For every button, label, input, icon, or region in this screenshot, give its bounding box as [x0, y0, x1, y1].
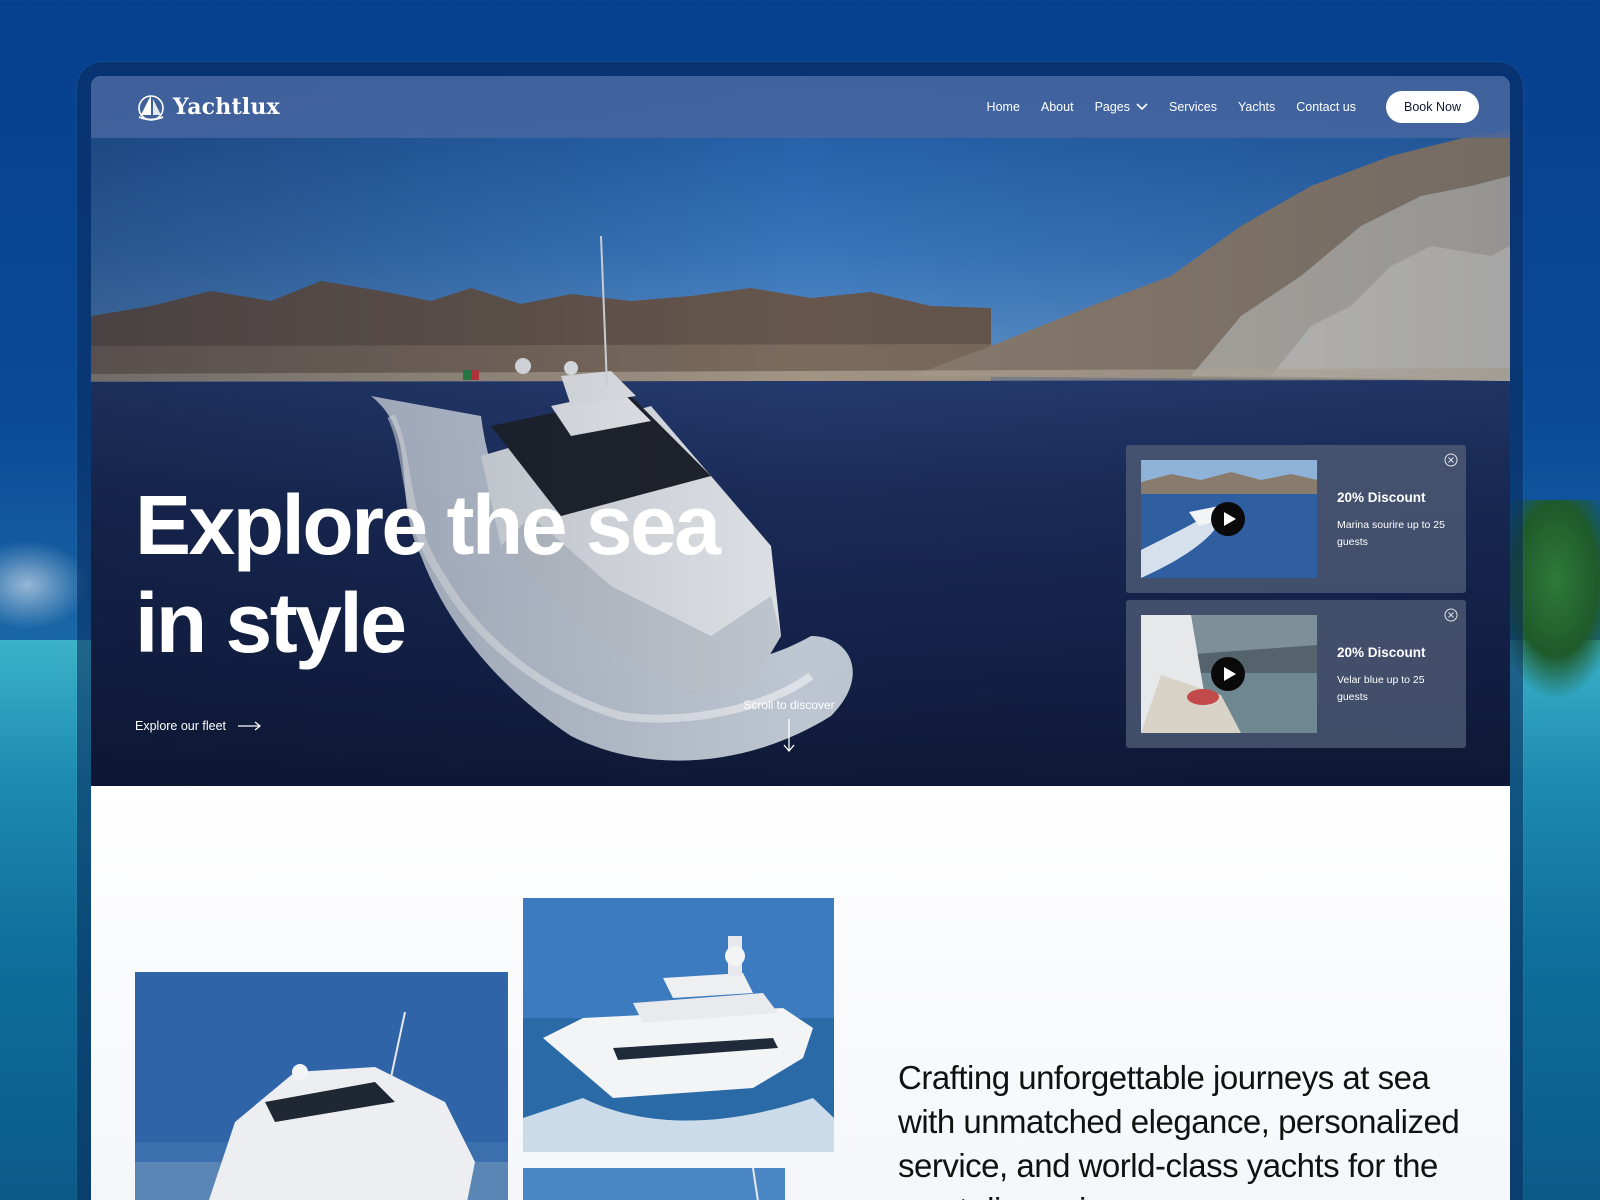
nav-link-contact[interactable]: Contact us [1296, 100, 1356, 114]
sailboat-logo-icon [138, 95, 164, 121]
play-button[interactable] [1211, 657, 1245, 691]
play-icon [1223, 512, 1236, 526]
hero-section: Yachtlux Home About Pages Services Yacht… [91, 76, 1510, 786]
promo-video-thumbnail[interactable] [1141, 460, 1317, 578]
explore-fleet-label: Explore our fleet [135, 719, 227, 733]
play-icon [1223, 667, 1236, 681]
yacht-photo [135, 972, 508, 1200]
promo-title: 20% Discount [1337, 490, 1426, 505]
close-icon[interactable] [1444, 608, 1458, 622]
yacht-photo-image [135, 972, 508, 1200]
yacht-photo [523, 898, 834, 1152]
hero-title: Explore the sea in style [135, 476, 835, 672]
explore-fleet-link[interactable]: Explore our fleet [135, 719, 262, 733]
yacht-photo-image [523, 1168, 785, 1200]
hero-title-line1: Explore the sea [135, 478, 721, 572]
book-now-button[interactable]: Book Now [1386, 91, 1479, 123]
about-section: Crafting unforgettable journeys at sea w… [91, 786, 1510, 1200]
brand-logo[interactable]: Yachtlux [135, 91, 280, 123]
nav-link-services[interactable]: Services [1169, 100, 1217, 114]
arrow-right-icon [238, 721, 262, 731]
scroll-hint-label: Scroll to discover [743, 698, 835, 712]
nav-link-pages-label: Pages [1094, 100, 1131, 114]
arrow-down-icon [783, 719, 795, 753]
yacht-photo [523, 1168, 785, 1200]
nav-link-yachts[interactable]: Yachts [1238, 100, 1275, 114]
nav-link-about[interactable]: About [1041, 100, 1074, 114]
nav-links: Home About Pages Services Yachts Contact… [987, 100, 1356, 114]
top-navbar: Yachtlux Home About Pages Services Yacht… [91, 76, 1510, 138]
promo-card[interactable]: 20% Discount Marina sourire up to 25 gue… [1126, 445, 1466, 593]
nav-link-home[interactable]: Home [987, 100, 1020, 114]
promo-description: Velar blue up to 25 guests [1337, 674, 1425, 703]
website-screen: Yachtlux Home About Pages Services Yacht… [91, 76, 1510, 1200]
promo-video-thumbnail[interactable] [1141, 615, 1317, 733]
brand-name: Yachtlux [173, 94, 280, 120]
close-icon[interactable] [1444, 453, 1458, 467]
scroll-to-discover[interactable]: Scroll to discover [739, 698, 839, 753]
about-tagline: Crafting unforgettable journeys at sea w… [898, 1059, 1460, 1200]
nav-right-group: Home About Pages Services Yachts Contact… [987, 91, 1479, 123]
nav-link-pages[interactable]: Pages [1095, 100, 1148, 114]
play-button[interactable] [1211, 502, 1245, 536]
promo-title: 20% Discount [1337, 645, 1426, 660]
promo-description: Marina sourire up to 25 guests [1337, 519, 1445, 548]
hero-title-line2: in style [135, 576, 407, 670]
promo-card[interactable]: 20% Discount Velar blue up to 25 guests [1126, 600, 1466, 748]
yacht-photo-image [523, 898, 834, 1152]
chevron-down-icon [1136, 103, 1148, 111]
